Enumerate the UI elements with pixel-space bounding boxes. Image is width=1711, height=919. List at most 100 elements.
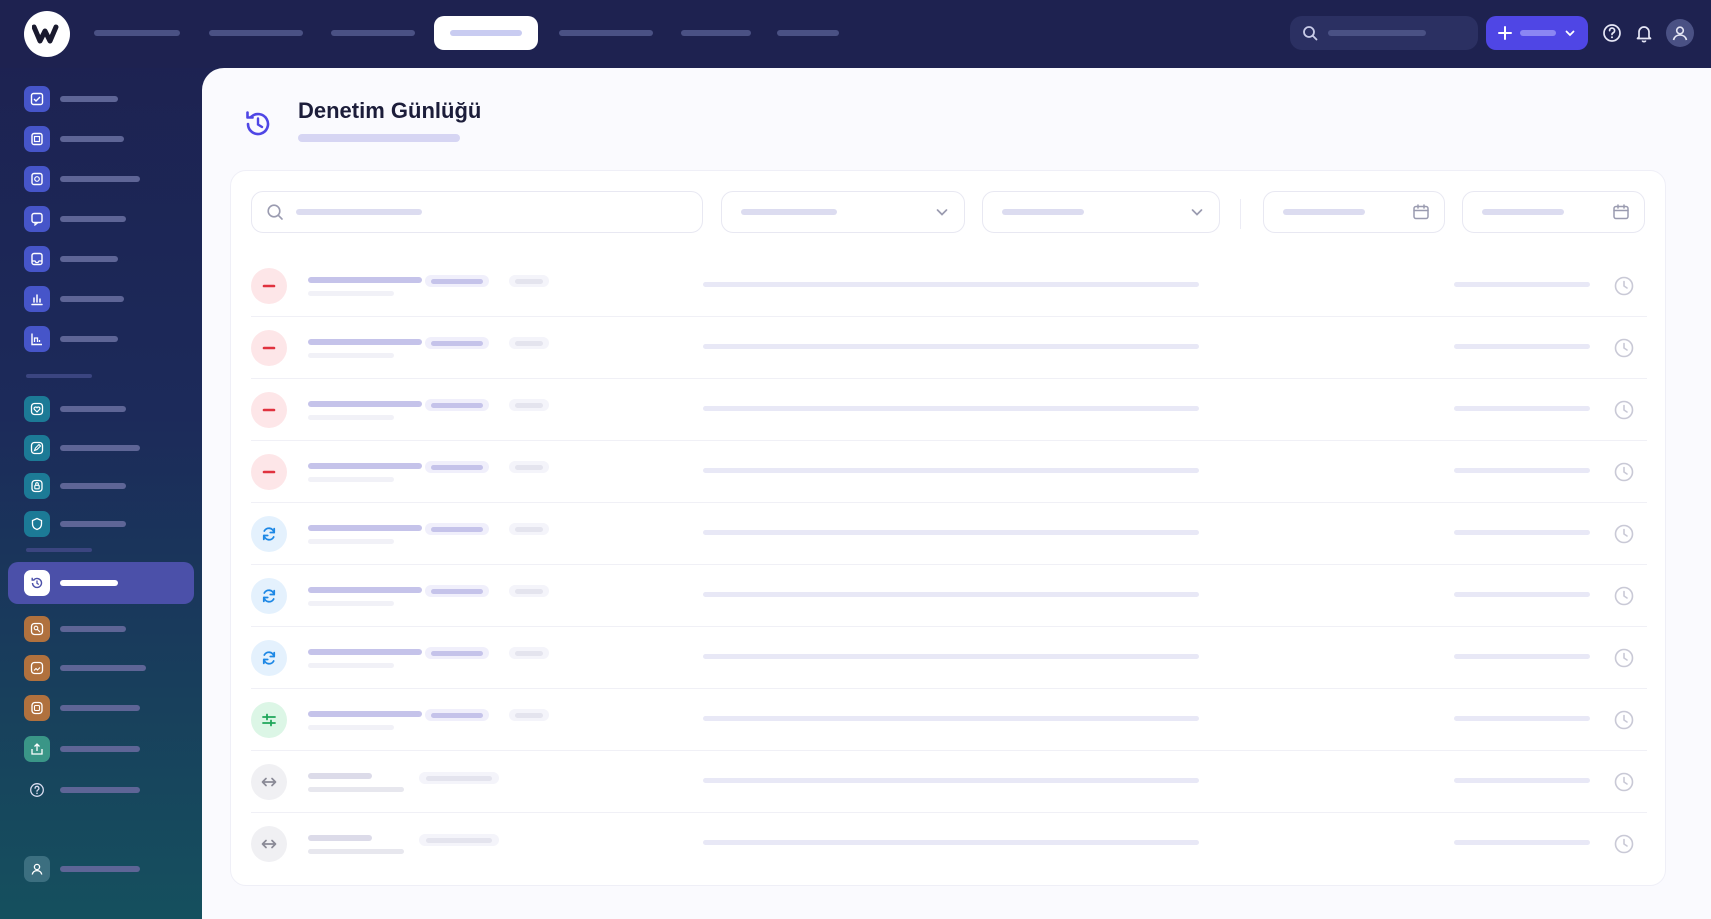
nav-item-6[interactable] bbox=[678, 16, 754, 50]
sidebar-item-media[interactable] bbox=[8, 649, 194, 687]
row-title-placeholder bbox=[308, 339, 422, 345]
row-title-placeholder bbox=[308, 587, 422, 593]
sidebar-item-keys[interactable] bbox=[8, 610, 194, 648]
user-avatar[interactable] bbox=[1666, 19, 1694, 47]
calendar-icon bbox=[1613, 204, 1629, 220]
clock-icon[interactable] bbox=[1613, 399, 1635, 421]
row-title-placeholder bbox=[308, 525, 422, 531]
row-tag-secondary bbox=[509, 523, 549, 535]
row-tag-primary bbox=[419, 772, 499, 784]
chevron-down-icon bbox=[1565, 30, 1575, 37]
sidebar-item-messages[interactable] bbox=[8, 200, 194, 238]
clock-icon[interactable] bbox=[1613, 461, 1635, 483]
minus-icon bbox=[251, 392, 287, 428]
clock-icon[interactable] bbox=[1613, 647, 1635, 669]
row-title-placeholder bbox=[308, 401, 422, 407]
sidebar-item-docs-1[interactable] bbox=[8, 120, 194, 158]
key-icon bbox=[24, 616, 50, 642]
nav-item-2[interactable] bbox=[206, 16, 306, 50]
nav-item-7[interactable] bbox=[774, 16, 842, 50]
table-row[interactable] bbox=[251, 379, 1647, 441]
table-row[interactable] bbox=[251, 317, 1647, 379]
lock-icon bbox=[24, 473, 50, 499]
sidebar-item-export[interactable] bbox=[8, 730, 194, 768]
table-row[interactable] bbox=[251, 689, 1647, 751]
sidebar-item-inbox[interactable] bbox=[8, 240, 194, 278]
nav-item-1[interactable] bbox=[90, 16, 184, 50]
nav-item-5[interactable] bbox=[556, 16, 656, 50]
sidebar-item-protection[interactable] bbox=[8, 505, 194, 543]
w-logo[interactable] bbox=[24, 11, 70, 57]
sidebar-item-tasks[interactable] bbox=[8, 80, 194, 118]
filter-dropdown-1[interactable] bbox=[721, 191, 965, 233]
row-tag-secondary bbox=[509, 461, 549, 473]
table-row[interactable] bbox=[251, 255, 1647, 317]
sidebar bbox=[0, 68, 202, 919]
nav-item-3[interactable] bbox=[328, 16, 418, 50]
clock-icon[interactable] bbox=[1613, 833, 1635, 855]
row-tag-primary bbox=[425, 461, 489, 473]
clock-icon[interactable] bbox=[1613, 337, 1635, 359]
end-date-input[interactable] bbox=[1462, 191, 1645, 233]
sidebar-item-help[interactable] bbox=[8, 771, 194, 809]
row-timestamp-placeholder bbox=[1454, 530, 1590, 535]
chat-icon bbox=[24, 206, 50, 232]
row-meta-placeholder bbox=[308, 291, 394, 296]
row-tag-primary bbox=[425, 709, 489, 721]
row-tag-secondary bbox=[509, 585, 549, 597]
clock-icon[interactable] bbox=[1613, 709, 1635, 731]
row-timestamp-placeholder bbox=[1454, 592, 1590, 597]
audit-log-card bbox=[230, 170, 1666, 886]
sidebar-item-edit[interactable] bbox=[8, 429, 194, 467]
clock-icon[interactable] bbox=[1613, 585, 1635, 607]
clock-icon[interactable] bbox=[1613, 275, 1635, 297]
document-icon bbox=[24, 166, 50, 192]
arrow-left-right-icon bbox=[251, 764, 287, 800]
table-row[interactable] bbox=[251, 627, 1647, 689]
row-title-placeholder bbox=[308, 773, 372, 779]
global-search-input[interactable] bbox=[1290, 16, 1478, 50]
sidebar-item-docs-2[interactable] bbox=[8, 160, 194, 198]
start-date-input[interactable] bbox=[1263, 191, 1445, 233]
sidebar-item-security[interactable] bbox=[8, 467, 194, 505]
table-row[interactable] bbox=[251, 503, 1647, 565]
sidebar-item-reports[interactable] bbox=[8, 280, 194, 318]
table-row[interactable] bbox=[251, 565, 1647, 627]
minus-icon bbox=[251, 454, 287, 490]
inbox-icon bbox=[24, 246, 50, 272]
table-row[interactable] bbox=[251, 751, 1647, 813]
clock-icon[interactable] bbox=[1613, 523, 1635, 545]
row-timestamp-placeholder bbox=[1454, 716, 1590, 721]
filter-dropdown-2[interactable] bbox=[982, 191, 1220, 233]
refresh-icon bbox=[251, 578, 287, 614]
sidebar-item-profile[interactable] bbox=[8, 850, 194, 888]
clock-icon[interactable] bbox=[1613, 771, 1635, 793]
log-search-input[interactable] bbox=[251, 191, 703, 233]
document-icon bbox=[24, 126, 50, 152]
user-icon bbox=[1672, 26, 1688, 41]
nav-item-4[interactable] bbox=[434, 16, 538, 50]
table-row[interactable] bbox=[251, 813, 1647, 875]
sidebar-item-health[interactable] bbox=[8, 390, 194, 428]
row-timestamp-placeholder bbox=[1454, 840, 1590, 845]
bar-chart-icon bbox=[24, 286, 50, 312]
history-icon bbox=[24, 570, 50, 596]
sidebar-item-audit-log[interactable] bbox=[8, 562, 194, 604]
row-meta-placeholder bbox=[308, 787, 404, 792]
shield-icon bbox=[24, 511, 50, 537]
row-tag-secondary bbox=[509, 399, 549, 411]
main-content: Denetim Günlüğü bbox=[202, 68, 1711, 919]
help-circle-icon[interactable] bbox=[1599, 20, 1625, 46]
chevron-down-icon bbox=[1191, 209, 1203, 216]
row-meta-placeholder bbox=[308, 539, 394, 544]
top-navigation-bar bbox=[0, 0, 1711, 68]
minus-icon bbox=[251, 268, 287, 304]
help-circle-icon bbox=[24, 777, 50, 803]
table-row[interactable] bbox=[251, 441, 1647, 503]
new-button[interactable] bbox=[1486, 16, 1588, 50]
sliders-icon bbox=[251, 702, 287, 738]
sidebar-item-analytics[interactable] bbox=[8, 320, 194, 358]
row-title-placeholder bbox=[308, 463, 422, 469]
sidebar-item-storage[interactable] bbox=[8, 689, 194, 727]
bell-icon[interactable] bbox=[1631, 20, 1657, 46]
